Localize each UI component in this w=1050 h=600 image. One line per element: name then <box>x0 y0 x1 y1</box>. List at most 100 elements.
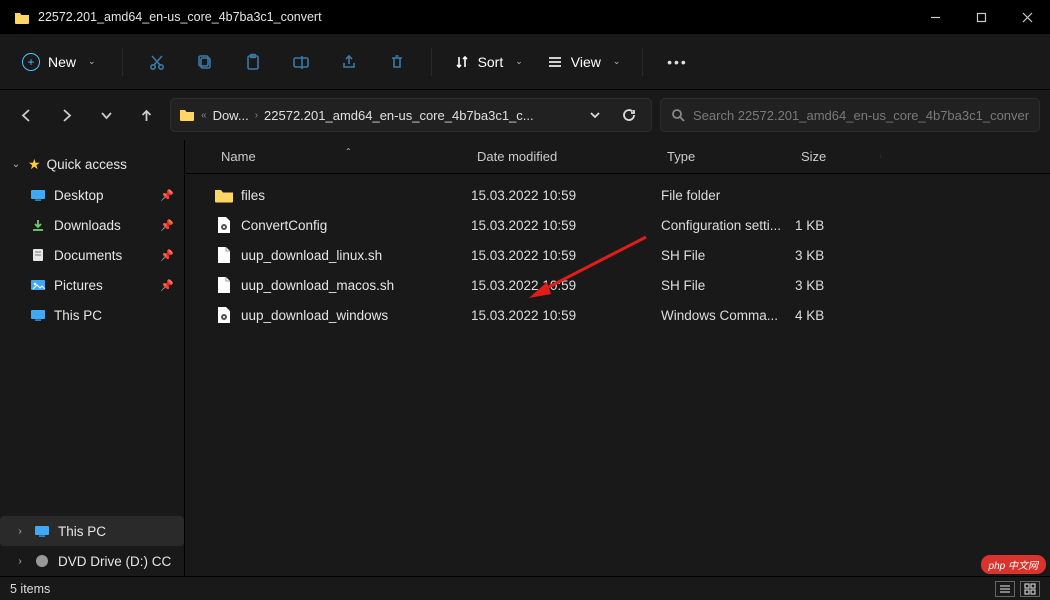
column-date[interactable]: Date modified <box>477 149 667 164</box>
minimize-button[interactable] <box>912 0 958 34</box>
file-row[interactable]: uup_download_macos.sh15.03.2022 10:59SH … <box>185 270 1050 300</box>
file-date: 15.03.2022 10:59 <box>471 248 661 263</box>
sort-icon <box>454 54 470 70</box>
thumbnails-view-toggle[interactable] <box>1020 581 1040 597</box>
cut-button[interactable] <box>137 42 177 82</box>
watermark-badge: php 中文网 <box>981 555 1046 574</box>
file-size: 3 KB <box>795 278 875 293</box>
sidebar-item-this-pc[interactable]: This PC <box>4 300 180 330</box>
column-headers: ⌃Name Date modified Type Size <box>185 140 1050 174</box>
sidebar-item-this-pc-bottom[interactable]: › This PC <box>0 516 184 546</box>
refresh-button[interactable] <box>615 101 643 129</box>
sidebar: ⌄ ★ Quick access Desktop📌 Downloads📌 Doc… <box>0 140 185 576</box>
file-date: 15.03.2022 10:59 <box>471 308 661 323</box>
sidebar-item-pictures[interactable]: Pictures📌 <box>4 270 180 300</box>
sidebar-item-desktop[interactable]: Desktop📌 <box>4 180 180 210</box>
cfg-icon <box>213 304 235 326</box>
file-size: 1 KB <box>795 218 875 233</box>
folder-icon <box>14 10 30 24</box>
search-box[interactable] <box>660 98 1040 132</box>
item-count: 5 items <box>10 582 50 596</box>
file-name: ConvertConfig <box>241 218 327 233</box>
file-type: SH File <box>661 278 795 293</box>
sidebar-item-downloads[interactable]: Downloads📌 <box>4 210 180 240</box>
file-row[interactable]: ConvertConfig15.03.2022 10:59Configurati… <box>185 210 1050 240</box>
search-icon <box>671 108 685 122</box>
pin-icon: 📌 <box>160 219 174 232</box>
sidebar-quick-access[interactable]: ⌄ ★ Quick access <box>4 148 180 180</box>
view-icon <box>547 54 563 70</box>
file-icon <box>213 244 235 266</box>
file-row[interactable]: uup_download_windows 15.03.2022 10:59Wind… <box>185 300 1050 330</box>
file-name: uup_download_windows <box>241 308 388 323</box>
plus-icon: + <box>22 53 40 71</box>
sort-indicator-icon: ⌃ <box>345 147 352 156</box>
back-button[interactable] <box>10 99 42 131</box>
recent-button[interactable] <box>90 99 122 131</box>
view-label: View <box>571 54 601 70</box>
forward-button[interactable] <box>50 99 82 131</box>
file-row[interactable]: files 15.03.2022 10:59File folder <box>185 180 1050 210</box>
view-button[interactable]: View ⌄ <box>539 44 629 80</box>
new-button-label: New <box>48 54 76 70</box>
chevron-down-icon: ⌄ <box>88 56 96 67</box>
file-name: files <box>241 188 265 203</box>
star-icon: ★ <box>28 156 41 173</box>
download-icon <box>30 218 46 232</box>
paste-button[interactable] <box>233 42 273 82</box>
command-bar: + New ⌄ Sort ⌄ View ⌄ ••• <box>0 34 1050 90</box>
title-bar: 22572.201_amd64_en-us_core_4b7ba3c1_conv… <box>0 0 1050 34</box>
pin-icon: 📌 <box>160 189 174 202</box>
chevron-right-icon: › <box>14 556 26 567</box>
file-date: 15.03.2022 10:59 <box>471 218 661 233</box>
folder-icon <box>213 184 235 206</box>
quick-access-label: Quick access <box>47 157 127 172</box>
file-date: 15.03.2022 10:59 <box>471 188 661 203</box>
share-button[interactable] <box>329 42 369 82</box>
file-icon <box>213 274 235 296</box>
new-button[interactable]: + New ⌄ <box>10 44 108 80</box>
sort-button[interactable]: Sort ⌄ <box>446 44 531 80</box>
pictures-icon <box>30 278 46 292</box>
copy-button[interactable] <box>185 42 225 82</box>
status-bar: 5 items <box>0 576 1050 600</box>
search-input[interactable] <box>693 108 1029 123</box>
file-name: uup_download_linux.sh <box>241 248 382 263</box>
sort-label: Sort <box>478 54 504 70</box>
address-bar[interactable]: « Dow...› 22572.201_amd64_en-us_core_4b7… <box>170 98 652 132</box>
column-type[interactable]: Type <box>667 149 801 164</box>
column-name[interactable]: ⌃Name <box>221 149 477 164</box>
delete-button[interactable] <box>377 42 417 82</box>
document-icon <box>30 248 46 262</box>
file-size: 3 KB <box>795 248 875 263</box>
chevron-down-icon: ⌄ <box>515 56 523 67</box>
file-size: 4 KB <box>795 308 875 323</box>
file-type: SH File <box>661 248 795 263</box>
file-list: ⌃Name Date modified Type Size files 15.03… <box>185 140 1050 576</box>
file-type: Windows Comma... <box>661 308 795 323</box>
separator <box>431 48 432 76</box>
chevron-right-icon: › <box>14 526 26 537</box>
close-button[interactable] <box>1004 0 1050 34</box>
maximize-button[interactable] <box>958 0 1004 34</box>
breadcrumb-segment[interactable]: Dow...› <box>213 108 258 123</box>
pin-icon: 📌 <box>160 249 174 262</box>
more-button[interactable]: ••• <box>657 42 697 82</box>
breadcrumb-segment[interactable]: 22572.201_amd64_en-us_core_4b7ba3c1_c... <box>264 108 534 123</box>
details-view-toggle[interactable] <box>995 581 1015 597</box>
sidebar-item-documents[interactable]: Documents📌 <box>4 240 180 270</box>
folder-icon <box>179 107 195 124</box>
file-type: File folder <box>661 188 795 203</box>
sidebar-item-dvd-drive[interactable]: › DVD Drive (D:) CC <box>0 546 184 576</box>
up-button[interactable] <box>130 99 162 131</box>
address-dropdown-button[interactable] <box>581 101 609 129</box>
rename-button[interactable] <box>281 42 321 82</box>
pc-icon <box>34 524 50 538</box>
file-row[interactable]: uup_download_linux.sh 15.03.2022 10:59SH … <box>185 240 1050 270</box>
file-date: 15.03.2022 10:59 <box>471 278 661 293</box>
separator <box>642 48 643 76</box>
column-size[interactable]: Size <box>801 149 881 164</box>
window-title: 22572.201_amd64_en-us_core_4b7ba3c1_conv… <box>38 10 912 24</box>
pc-icon <box>30 308 46 322</box>
cfg-icon <box>213 214 235 236</box>
